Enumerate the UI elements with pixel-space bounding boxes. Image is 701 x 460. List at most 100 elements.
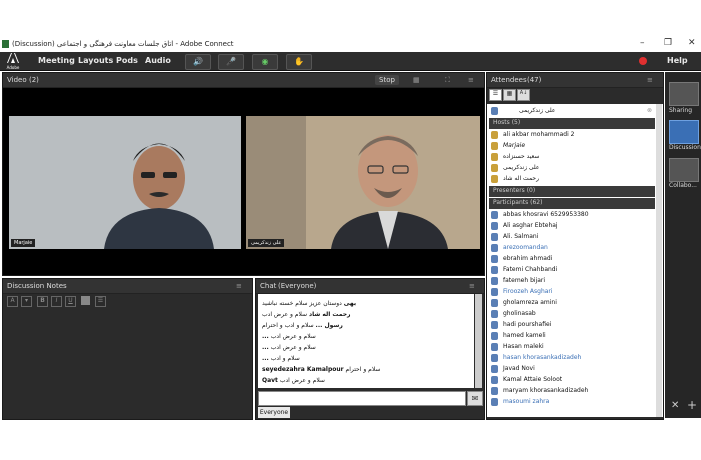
participant-row[interactable]: arezoomandan <box>489 243 655 254</box>
chat-text: سلام و احترام <box>345 366 381 373</box>
video-feed-left[interactable]: Marjaie <box>9 116 241 249</box>
participant-name: Hasan maleki <box>503 343 544 350</box>
participant-video-left <box>9 116 241 249</box>
chat-pod: Chat (Everyone) ≡ بهی دوستان عزیز سلام خ… <box>255 278 485 420</box>
attendee-list: علی زندکریمی ⊗ Hosts (5) ali akbar moham… <box>487 104 663 417</box>
participant-row[interactable]: gholinasab <box>489 309 655 320</box>
participant-row[interactable]: hamed kameli <box>489 331 655 342</box>
list-view-icon[interactable]: ☰ <box>489 89 502 101</box>
participant-row[interactable]: Hasan maleki <box>489 342 655 353</box>
participants-group[interactable]: Participants (62) <box>489 198 655 209</box>
chat-tab-everyone[interactable]: Everyone <box>258 407 290 418</box>
participant-row[interactable]: ebrahim ahmadi <box>489 254 655 265</box>
grid-view-icon[interactable]: ▦ <box>413 76 420 84</box>
chat-text: سلام و ادب <box>270 355 300 362</box>
adobe-logo-icon: Adobe <box>5 53 21 70</box>
participant-row[interactable]: abbas khosravi 6529953380 <box>489 210 655 221</box>
app-logo-icon <box>2 40 9 48</box>
menu-help[interactable]: Help <box>667 56 688 65</box>
font-size-icon[interactable]: A <box>7 296 18 307</box>
participant-row[interactable]: Kamal Attaie Soloot <box>489 375 655 386</box>
host-row[interactable]: ali akbar mohammadi 2 <box>489 130 655 141</box>
participant-name: Ali. Salmani <box>503 233 539 240</box>
pod-options-icon[interactable]: ≡ <box>468 76 474 84</box>
attendee-list-scrollbar[interactable] <box>656 104 662 417</box>
sort-icon[interactable]: A↓ <box>517 89 530 101</box>
add-layout-icon[interactable]: + <box>687 398 697 412</box>
menu-audio[interactable]: Audio <box>145 56 171 65</box>
video-label-right: علی زندکریمی <box>248 239 285 247</box>
host-name: Marjaie <box>503 142 526 149</box>
participant-row[interactable]: fatemeh bijari <box>489 276 655 287</box>
grid-view-icon[interactable]: ▦ <box>503 89 516 101</box>
layout-thumb-discussion[interactable] <box>669 120 699 144</box>
chat-scrollbar[interactable] <box>475 294 482 388</box>
participant-row[interactable]: Ali asghar Ebtehaj <box>489 221 655 232</box>
chat-options-icon[interactable]: ≡ <box>469 282 475 290</box>
chat-author: ... <box>262 333 269 340</box>
settings-icon[interactable]: ✕ <box>671 400 679 411</box>
host-row[interactable]: سعید حسنزاده <box>489 152 655 163</box>
maximize-button[interactable]: ❐ <box>664 38 672 48</box>
bold-icon[interactable]: B <box>37 296 48 307</box>
layout-thumb-sharing[interactable] <box>669 82 699 106</box>
close-button[interactable]: ✕ <box>688 38 696 48</box>
video-feed-right[interactable]: علی زندکریمی <box>246 116 480 249</box>
minimize-button[interactable]: – <box>640 38 645 48</box>
menu-pods[interactable]: Pods <box>116 56 138 65</box>
participant-icon <box>491 365 498 373</box>
chat-message: رحمت اله شاد سلام و عرض ادب <box>262 311 351 318</box>
chat-author: Qavt <box>262 377 278 384</box>
layout-thumb-collaboration[interactable] <box>669 158 699 182</box>
host-name: علی زندکریمی <box>503 164 540 171</box>
notes-options-icon[interactable]: ≡ <box>236 282 242 290</box>
stop-video-button[interactable]: Stop <box>375 75 399 85</box>
chat-input[interactable] <box>258 391 466 406</box>
participant-name: Kamal Attaie Soloot <box>503 376 563 383</box>
chat-bubble-icon: ✉ <box>471 394 479 403</box>
hosts-group[interactable]: Hosts (5) <box>489 118 655 129</box>
host-icon <box>491 175 498 183</box>
chat-message: ... سلام و عرض ادب <box>262 344 316 351</box>
attendees-options-icon[interactable]: ≡ <box>647 76 653 84</box>
participant-row[interactable]: hadi pourshafiei <box>489 320 655 331</box>
send-message-button[interactable]: ✉ <box>467 391 483 406</box>
chat-message: ... سلام و ادب <box>262 355 300 362</box>
menubar: Adobe Meeting Layouts Pods Audio 🔊 🎤 ◉ ✋… <box>0 52 701 71</box>
host-row[interactable]: علی زندکریمی <box>489 163 655 174</box>
participant-row[interactable]: Fatemi Chahbandi <box>489 265 655 276</box>
participant-row[interactable]: maryam khorasankadizadeh <box>489 386 655 397</box>
presenters-group[interactable]: Presenters (0) <box>489 186 655 197</box>
participant-row[interactable]: hasan khorasankadizadeh <box>489 353 655 364</box>
italic-icon[interactable]: I <box>51 296 62 307</box>
current-user-row[interactable]: علی زندکریمی ⊗ <box>489 106 655 117</box>
participant-row[interactable]: Firoozeh Asghari <box>489 287 655 298</box>
list-icon[interactable]: ☰ <box>95 296 106 307</box>
raise-hand-button[interactable]: ✋ <box>286 54 312 70</box>
chat-text: سلام و عرض ادب <box>279 377 325 384</box>
menu-meeting[interactable]: Meeting <box>38 56 75 65</box>
fullscreen-icon[interactable]: ⛶ <box>445 76 450 85</box>
video-label-left: Marjaie <box>11 239 36 247</box>
chat-text: سلام و عرض ادب <box>270 344 316 351</box>
menu-layouts[interactable]: Layouts <box>78 56 113 65</box>
clear-icon[interactable]: ⊗ <box>647 107 652 114</box>
chat-author: بهی <box>343 300 357 307</box>
color-icon[interactable] <box>81 296 90 305</box>
underline-icon[interactable]: U <box>65 296 76 307</box>
host-row[interactable]: Marjaie <box>489 141 655 152</box>
dropdown-icon[interactable]: ▾ <box>21 296 32 307</box>
participant-name: Ali asghar Ebtehaj <box>503 222 558 229</box>
host-row[interactable]: رحمت اله شاد <box>489 174 655 185</box>
chat-text: دوستان عزیز سلام خسته نباشید <box>262 300 342 307</box>
participant-row[interactable]: gholamreza amini <box>489 298 655 309</box>
speaker-button[interactable]: 🔊 <box>185 54 211 70</box>
webcam-button[interactable]: ◉ <box>252 54 278 70</box>
participant-icon <box>491 277 498 285</box>
microphone-button[interactable]: 🎤 <box>218 54 244 70</box>
notes-header: Discussion Notes ≡ <box>3 279 252 294</box>
participant-row[interactable]: masoumi zahra <box>489 397 655 408</box>
participant-icon <box>491 299 498 307</box>
participant-row[interactable]: Javad Novi <box>489 364 655 375</box>
participant-row[interactable]: Ali. Salmani <box>489 232 655 243</box>
